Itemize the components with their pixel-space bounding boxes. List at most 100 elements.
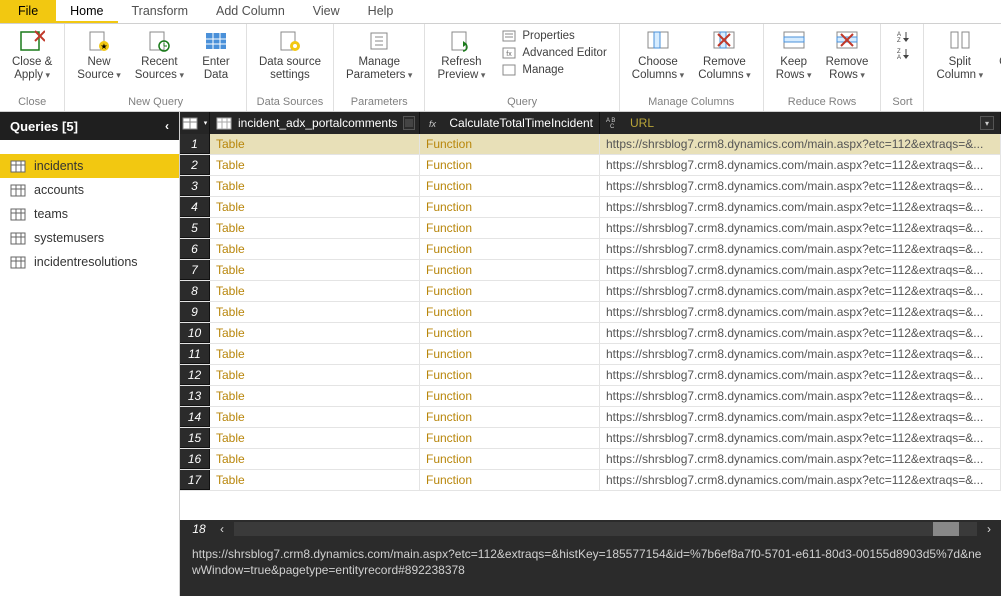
query-item-systemusers[interactable]: systemusers — [0, 226, 179, 250]
cell-table[interactable]: Table — [210, 176, 420, 196]
cell-url[interactable]: https://shrsblog7.crm8.dynamics.com/main… — [600, 386, 1001, 406]
cell-url[interactable]: https://shrsblog7.crm8.dynamics.com/main… — [600, 155, 1001, 175]
cell-function[interactable]: Function — [420, 281, 600, 301]
cell-function[interactable]: Function — [420, 344, 600, 364]
table-row[interactable]: 17TableFunctionhttps://shrsblog7.crm8.dy… — [180, 470, 1001, 491]
enter-data-button[interactable]: Enter Data — [192, 26, 240, 84]
new-source-button[interactable]: ★ New Source — [71, 26, 126, 84]
cell-url[interactable]: https://shrsblog7.crm8.dynamics.com/main… — [600, 281, 1001, 301]
cell-function[interactable]: Function — [420, 386, 600, 406]
cell-url[interactable]: https://shrsblog7.crm8.dynamics.com/main… — [600, 323, 1001, 343]
table-row[interactable]: 15TableFunctionhttps://shrsblog7.crm8.dy… — [180, 428, 1001, 449]
scroll-right-icon[interactable]: › — [981, 522, 997, 536]
cell-table[interactable]: Table — [210, 428, 420, 448]
table-row[interactable]: 7TableFunctionhttps://shrsblog7.crm8.dyn… — [180, 260, 1001, 281]
cell-table[interactable]: Table — [210, 134, 420, 154]
cell-url[interactable]: https://shrsblog7.crm8.dynamics.com/main… — [600, 134, 1001, 154]
close-and-apply-button[interactable]: Close & Apply — [6, 26, 58, 84]
cell-function[interactable]: Function — [420, 302, 600, 322]
cell-url[interactable]: https://shrsblog7.crm8.dynamics.com/main… — [600, 470, 1001, 490]
cell-function[interactable]: Function — [420, 323, 600, 343]
manage-parameters-button[interactable]: Manage Parameters — [340, 26, 418, 84]
cell-table[interactable]: Table — [210, 260, 420, 280]
cell-table[interactable]: Table — [210, 302, 420, 322]
column-header-2[interactable]: fx CalculateTotalTimeIncident — [420, 112, 600, 134]
cell-table[interactable]: Table — [210, 239, 420, 259]
cell-url[interactable]: https://shrsblog7.crm8.dynamics.com/main… — [600, 449, 1001, 469]
cell-table[interactable]: Table — [210, 323, 420, 343]
cell-function[interactable]: Function — [420, 470, 600, 490]
remove-rows-button[interactable]: Remove Rows — [820, 26, 875, 84]
keep-rows-button[interactable]: Keep Rows — [770, 26, 818, 84]
group-by-button[interactable]: Group By — [991, 26, 1001, 84]
cell-url[interactable]: https://shrsblog7.crm8.dynamics.com/main… — [600, 239, 1001, 259]
tab-transform[interactable]: Transform — [118, 0, 203, 23]
tab-view[interactable]: View — [299, 0, 354, 23]
table-row[interactable]: 1TableFunctionhttps://shrsblog7.crm8.dyn… — [180, 134, 1001, 155]
horizontal-scrollbar[interactable]: 18 ‹ › — [180, 520, 1001, 538]
cell-function[interactable]: Function — [420, 218, 600, 238]
cell-function[interactable]: Function — [420, 449, 600, 469]
column-header-3[interactable]: A BC URL ▾ — [600, 112, 1001, 134]
table-row[interactable]: 10TableFunctionhttps://shrsblog7.crm8.dy… — [180, 323, 1001, 344]
cell-function[interactable]: Function — [420, 155, 600, 175]
cell-table[interactable]: Table — [210, 218, 420, 238]
cell-table[interactable]: Table — [210, 365, 420, 385]
table-row[interactable]: 9TableFunctionhttps://shrsblog7.crm8.dyn… — [180, 302, 1001, 323]
refresh-preview-button[interactable]: Refresh Preview — [431, 26, 491, 84]
table-row[interactable]: 14TableFunctionhttps://shrsblog7.crm8.dy… — [180, 407, 1001, 428]
cell-function[interactable]: Function — [420, 407, 600, 427]
cell-url[interactable]: https://shrsblog7.crm8.dynamics.com/main… — [600, 176, 1001, 196]
collapse-queries-icon[interactable]: ‹ — [165, 119, 169, 133]
table-row[interactable]: 12TableFunctionhttps://shrsblog7.crm8.dy… — [180, 365, 1001, 386]
cell-url[interactable]: https://shrsblog7.crm8.dynamics.com/main… — [600, 302, 1001, 322]
tab-home[interactable]: Home — [56, 0, 117, 23]
remove-columns-button[interactable]: Remove Columns — [692, 26, 756, 84]
cell-table[interactable]: Table — [210, 386, 420, 406]
table-row[interactable]: 13TableFunctionhttps://shrsblog7.crm8.dy… — [180, 386, 1001, 407]
table-row[interactable]: 3TableFunctionhttps://shrsblog7.crm8.dyn… — [180, 176, 1001, 197]
query-item-incidentresolutions[interactable]: incidentresolutions — [0, 250, 179, 274]
cell-function[interactable]: Function — [420, 134, 600, 154]
cell-table[interactable]: Table — [210, 407, 420, 427]
query-item-accounts[interactable]: accounts — [0, 178, 179, 202]
scroll-thumb[interactable] — [933, 522, 959, 536]
choose-columns-button[interactable]: Choose Columns — [626, 26, 690, 84]
tab-file[interactable]: File — [0, 0, 56, 23]
cell-function[interactable]: Function — [420, 428, 600, 448]
column-header-1[interactable]: incident_adx_portalcomments — [210, 112, 420, 134]
cell-function[interactable]: Function — [420, 197, 600, 217]
split-column-button[interactable]: Split Column — [930, 26, 989, 84]
cell-function[interactable]: Function — [420, 365, 600, 385]
cell-url[interactable]: https://shrsblog7.crm8.dynamics.com/main… — [600, 218, 1001, 238]
column-1-filter[interactable] — [403, 116, 415, 130]
cell-table[interactable]: Table — [210, 197, 420, 217]
tab-add-column[interactable]: Add Column — [202, 0, 299, 23]
advanced-editor-button[interactable]: fxAdvanced Editor — [495, 45, 612, 61]
properties-button[interactable]: Properties — [495, 28, 612, 44]
cell-function[interactable]: Function — [420, 176, 600, 196]
cell-table[interactable]: Table — [210, 155, 420, 175]
column-3-filter[interactable]: ▾ — [980, 116, 994, 130]
cell-url[interactable]: https://shrsblog7.crm8.dynamics.com/main… — [600, 344, 1001, 364]
cell-table[interactable]: Table — [210, 449, 420, 469]
cell-table[interactable]: Table — [210, 344, 420, 364]
table-row[interactable]: 16TableFunctionhttps://shrsblog7.crm8.dy… — [180, 449, 1001, 470]
tab-help[interactable]: Help — [354, 0, 408, 23]
query-item-incidents[interactable]: incidents — [0, 154, 179, 178]
cell-function[interactable]: Function — [420, 260, 600, 280]
table-row[interactable]: 2TableFunctionhttps://shrsblog7.crm8.dyn… — [180, 155, 1001, 176]
cell-url[interactable]: https://shrsblog7.crm8.dynamics.com/main… — [600, 260, 1001, 280]
sort-asc-button[interactable]: AZ — [889, 28, 917, 44]
sort-desc-button[interactable]: ZA — [889, 45, 917, 61]
manage-query-button[interactable]: Manage — [495, 62, 612, 78]
table-row[interactable]: 11TableFunctionhttps://shrsblog7.crm8.dy… — [180, 344, 1001, 365]
cell-url[interactable]: https://shrsblog7.crm8.dynamics.com/main… — [600, 197, 1001, 217]
cell-table[interactable]: Table — [210, 281, 420, 301]
table-row[interactable]: 4TableFunctionhttps://shrsblog7.crm8.dyn… — [180, 197, 1001, 218]
query-item-teams[interactable]: teams — [0, 202, 179, 226]
cell-url[interactable]: https://shrsblog7.crm8.dynamics.com/main… — [600, 428, 1001, 448]
recent-sources-button[interactable]: Recent Sources — [129, 26, 190, 84]
cell-function[interactable]: Function — [420, 239, 600, 259]
cell-table[interactable]: Table — [210, 470, 420, 490]
